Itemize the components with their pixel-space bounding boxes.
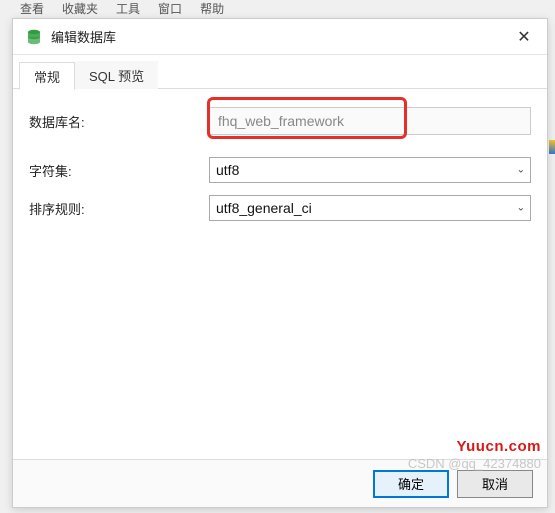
dialog-content: 数据库名: 字符集: ⌄ 排序规则: ⌄	[13, 89, 547, 459]
tab-sql-preview[interactable]: SQL 预览	[75, 61, 158, 89]
label-charset: 字符集:	[29, 161, 209, 180]
database-icon	[25, 28, 43, 46]
dialog-titlebar: 编辑数据库 ✕	[13, 19, 547, 55]
close-button[interactable]: ✕	[509, 22, 539, 52]
select-charset[interactable]	[209, 157, 531, 183]
ok-button[interactable]: 确定	[373, 470, 449, 498]
tab-strip: 常规 SQL 预览	[13, 55, 547, 89]
select-collation[interactable]	[209, 195, 531, 221]
input-db-name[interactable]	[209, 107, 531, 135]
cancel-button[interactable]: 取消	[457, 470, 533, 498]
label-db-name: 数据库名:	[29, 112, 209, 131]
row-db-name: 数据库名:	[29, 107, 531, 135]
label-collation: 排序规则:	[29, 199, 209, 218]
row-charset: 字符集: ⌄	[29, 157, 531, 183]
watermark-site: Yuucn.com	[456, 438, 541, 455]
watermark-author: CSDN @qq_42374880	[408, 456, 541, 471]
tab-general[interactable]: 常规	[19, 62, 75, 90]
dialog-title: 编辑数据库	[51, 27, 509, 46]
row-collation: 排序规则: ⌄	[29, 195, 531, 221]
side-decor	[549, 140, 555, 154]
edit-database-dialog: 编辑数据库 ✕ 常规 SQL 预览 数据库名: 字符集: ⌄ 排序规则: ⌄	[12, 18, 548, 508]
